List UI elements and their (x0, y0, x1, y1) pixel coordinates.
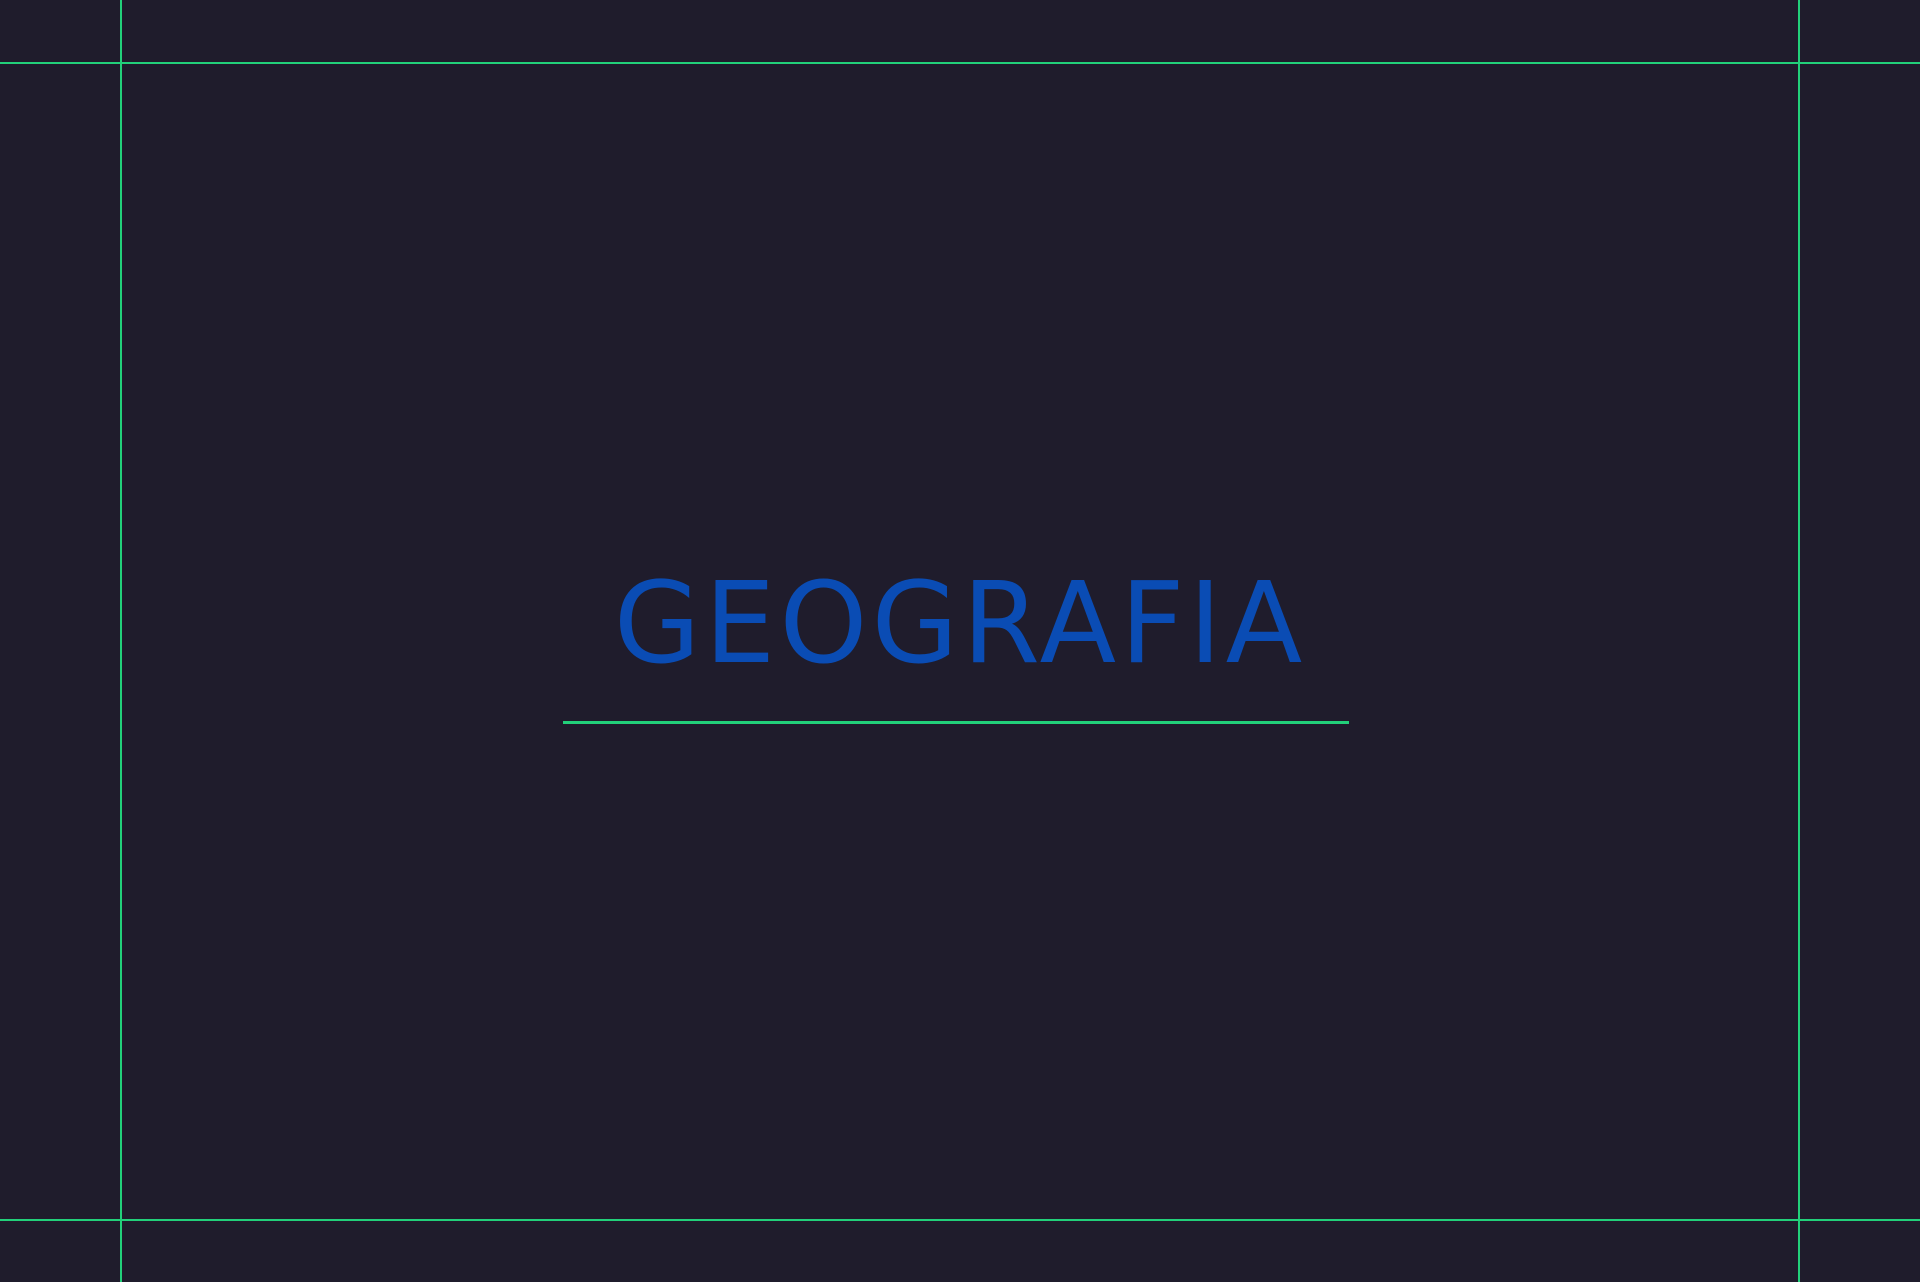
guide-line-top (0, 62, 1920, 64)
slide-canvas: GEOGRAFIA (0, 0, 1920, 1282)
guide-line-bottom (0, 1219, 1920, 1221)
page-title: GEOGRAFIA (613, 559, 1307, 689)
title-underline (563, 721, 1349, 724)
